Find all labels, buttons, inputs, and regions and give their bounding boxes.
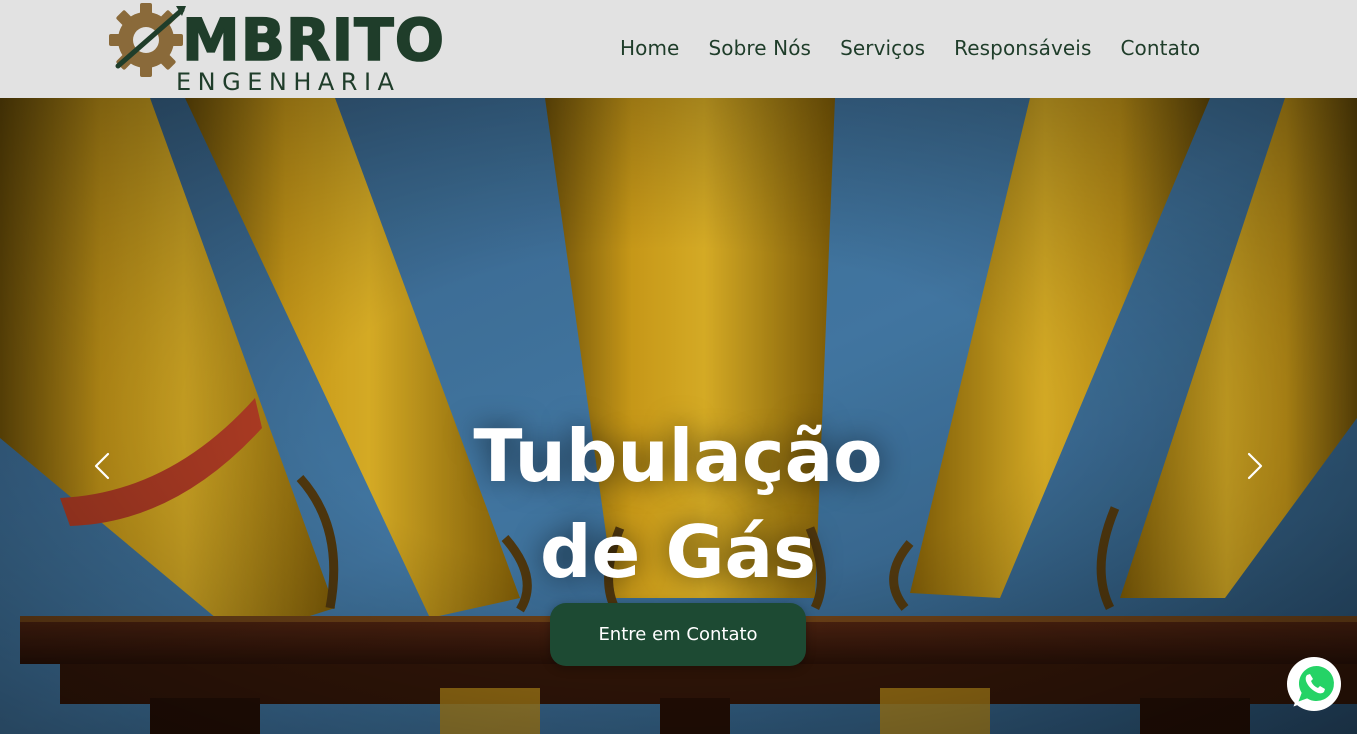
hero-carousel: Tubulação de Gás Entre em Contato — [0, 98, 1357, 734]
nav-home[interactable]: Home — [620, 36, 679, 60]
logo-tagline: ENGENHARIA — [176, 68, 400, 96]
contact-cta-button[interactable]: Entre em Contato — [550, 603, 806, 666]
whatsapp-float-button[interactable] — [1286, 656, 1342, 712]
nav-servicos[interactable]: Serviços — [840, 36, 925, 60]
hero-title-line2: de Gás — [540, 510, 816, 594]
nav-contato[interactable]: Contato — [1120, 36, 1200, 60]
nav-sobre-nos[interactable]: Sobre Nós — [708, 36, 811, 60]
main-nav: Home Sobre Nós Serviços Responsáveis Con… — [620, 36, 1200, 60]
hero-title-line1: Tubulação — [473, 414, 883, 498]
logo-brand-text: MBRITO — [182, 6, 445, 74]
site-header: MBRITO ENGENHARIA Home Sobre Nós Serviço… — [0, 0, 1357, 98]
whatsapp-icon — [1287, 657, 1341, 711]
hero-title: Tubulação de Gás — [378, 408, 978, 600]
nav-responsaveis[interactable]: Responsáveis — [954, 36, 1091, 60]
ombrito-logo-icon: MBRITO ENGENHARIA — [109, 3, 445, 96]
site-logo[interactable]: MBRITO ENGENHARIA — [108, 2, 463, 96]
chevron-left-icon[interactable] — [88, 448, 118, 484]
chevron-right-icon[interactable] — [1239, 448, 1269, 484]
